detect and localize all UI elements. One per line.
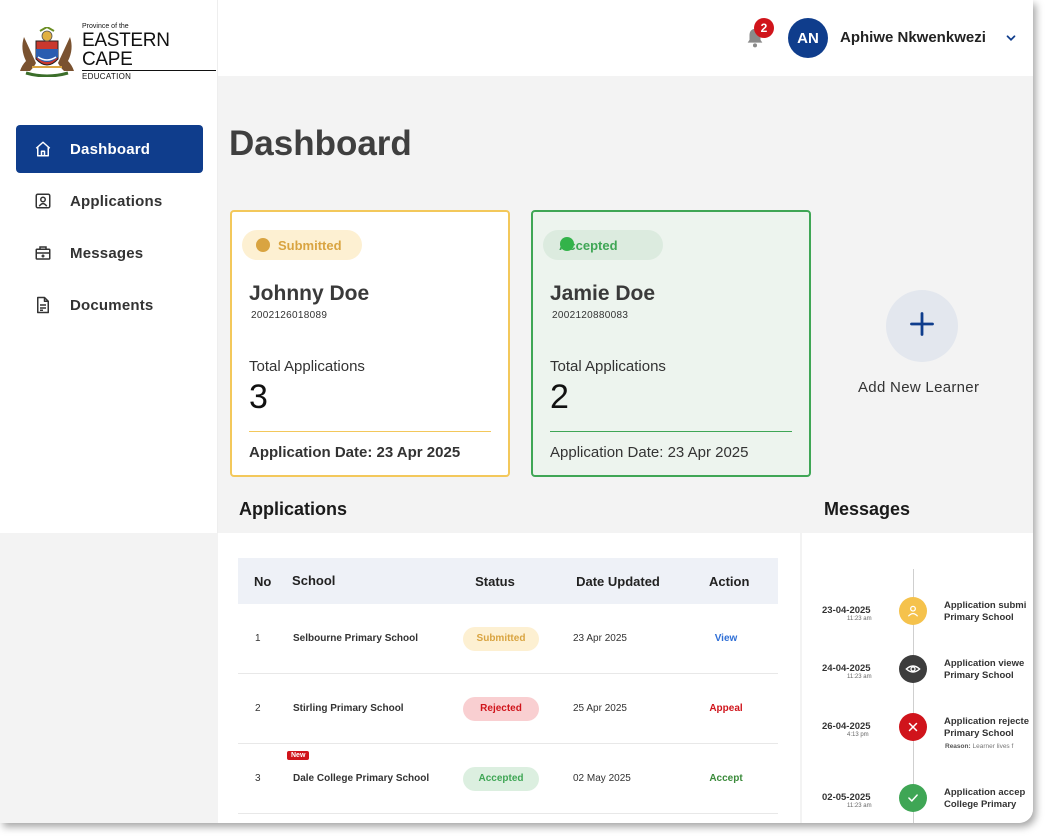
table-row: 2 Stirling Primary School Rejected 25 Ap… [238, 674, 778, 744]
divider [249, 431, 491, 432]
status-badge: Accepted [543, 230, 663, 260]
eastern-cape-logo[interactable]: Province of the EASTERN CAPE EDUCATION [16, 23, 216, 81]
logo-name-text: EASTERN CAPE [82, 31, 216, 71]
table-row: 1 Selbourne Primary School Submitted 23 … [238, 604, 778, 674]
message-date: 02-05-2025 [822, 792, 871, 803]
message-time: 11:23 am [847, 674, 872, 680]
applications-heading: Applications [239, 499, 348, 519]
add-learner-label[interactable]: Add New Learner [858, 379, 979, 396]
check-icon [899, 784, 927, 812]
total-applications-label: Total Applications [249, 358, 365, 375]
message-item[interactable]: 26-04-2025 4:13 pm Application rejecte Pr… [802, 709, 1033, 759]
accept-link[interactable]: Accept [676, 773, 776, 784]
sidebar-item-applications[interactable]: Applications [16, 177, 203, 225]
message-date: 23-04-2025 [822, 605, 871, 616]
row-number: 2 [255, 703, 261, 714]
message-time: 4:13 pm [847, 732, 869, 738]
view-link[interactable]: View [676, 633, 776, 644]
message-item[interactable]: 23-04-2025 11:23 am Application submi Pri… [802, 593, 1033, 643]
message-time: 11:23 am [847, 803, 872, 809]
sidebar-nav: Dashboard Applications Messages Document… [16, 125, 203, 333]
top-header: 2 AN Aphiwe Nkwenkwezi [218, 0, 1033, 76]
coat-of-arms-icon [16, 25, 78, 78]
table-row: New 3 Dale College Primary School Accept… [238, 744, 778, 814]
row-number: 1 [255, 633, 261, 644]
table-header: No School Status Date Updated Action [238, 558, 778, 604]
application-date: Application Date: 23 Apr 2025 [550, 444, 749, 461]
eye-icon [899, 655, 927, 683]
messages-panel: 23-04-2025 11:23 am Application submi Pri… [802, 533, 1033, 823]
message-date: 24-04-2025 [822, 663, 871, 674]
sidebar-item-messages[interactable]: Messages [16, 229, 203, 277]
total-applications-label: Total Applications [550, 358, 666, 375]
sidebar-item-dashboard[interactable]: Dashboard [16, 125, 203, 173]
plus-icon [908, 310, 936, 343]
user-icon [899, 597, 927, 625]
total-applications-value: 3 [249, 378, 268, 416]
school-name: Selbourne Primary School [293, 632, 419, 644]
user-badge-icon [34, 192, 52, 210]
new-badge: New [287, 751, 310, 760]
message-time: 11:23 am [847, 616, 872, 622]
school-name: Stirling Primary School [293, 702, 404, 714]
status-dot-icon [256, 238, 270, 252]
date-updated: 25 Apr 2025 [573, 703, 627, 714]
chevron-down-icon[interactable] [1004, 31, 1018, 45]
date-updated: 23 Apr 2025 [573, 633, 627, 644]
briefcase-medical-icon [34, 244, 52, 262]
sidebar-item-label: Documents [70, 296, 154, 314]
applications-table: No School Status Date Updated Action 1 S… [238, 558, 778, 814]
status-badge: Submitted [242, 230, 362, 260]
school-name: Dale College Primary School [293, 772, 430, 784]
user-name[interactable]: Aphiwe Nkwenkwezi [840, 29, 986, 46]
message-item[interactable]: 24-04-2025 11:23 am Application viewe Pri… [802, 651, 1033, 701]
app-window: Province of the EASTERN CAPE EDUCATION D… [0, 0, 1033, 823]
sidebar-item-documents[interactable]: Documents [16, 281, 203, 329]
column-header-school: School [292, 573, 336, 589]
add-learner-button[interactable] [886, 290, 958, 362]
total-applications-value: 2 [550, 378, 569, 416]
divider [550, 431, 792, 432]
appeal-link[interactable]: Appeal [676, 703, 776, 714]
column-header-status: Status [475, 573, 515, 589]
sidebar-item-label: Applications [70, 192, 163, 210]
applications-panel: No School Status Date Updated Action 1 S… [218, 533, 800, 823]
date-updated: 02 May 2025 [573, 773, 631, 784]
learner-id-number: 2002126018089 [251, 310, 328, 321]
logo-province-text: Province of the [82, 23, 129, 30]
notification-count-badge: 2 [754, 18, 774, 38]
status-badge: Accepted [463, 766, 539, 791]
learner-card[interactable]: Accepted Jamie Doe 2002120880083 Total A… [531, 210, 811, 477]
message-date: 26-04-2025 [822, 721, 871, 732]
column-header-action: Action [708, 573, 750, 589]
document-icon [34, 296, 52, 314]
row-number: 3 [255, 773, 261, 784]
messages-heading: Messages [824, 499, 911, 519]
home-icon [34, 140, 52, 158]
learner-name: Johnny Doe [249, 282, 370, 305]
sidebar-item-label: Messages [70, 244, 144, 262]
close-icon [899, 713, 927, 741]
message-text: Application submi Primary School [944, 600, 1027, 623]
status-dot-icon [560, 237, 574, 251]
sidebar: Province of the EASTERN CAPE EDUCATION D… [0, 0, 218, 533]
page-title: Dashboard [229, 124, 412, 163]
message-text: Application viewe Primary School [944, 658, 1025, 681]
message-reason: Reason: Learner lives f [945, 743, 1014, 750]
column-header-no: No [254, 573, 272, 589]
learner-name: Jamie Doe [550, 282, 656, 305]
message-item[interactable]: 02-05-2025 11:23 am Application accep Col… [802, 780, 1033, 823]
learner-id-number: 2002120880083 [552, 310, 629, 321]
message-text: Application accep College Primary [944, 787, 1026, 810]
status-badge: Rejected [463, 696, 539, 721]
sidebar-item-label: Dashboard [70, 140, 151, 158]
learner-card[interactable]: Submitted Johnny Doe 2002126018089 Total… [230, 210, 510, 477]
message-text: Application rejecte Primary School [944, 716, 1029, 739]
avatar[interactable]: AN [788, 18, 828, 58]
status-badge: Submitted [463, 626, 539, 651]
column-header-date: Date Updated [576, 573, 660, 589]
logo-department-text: EDUCATION [82, 72, 132, 81]
application-date: Application Date: 23 Apr 2025 [249, 444, 461, 461]
